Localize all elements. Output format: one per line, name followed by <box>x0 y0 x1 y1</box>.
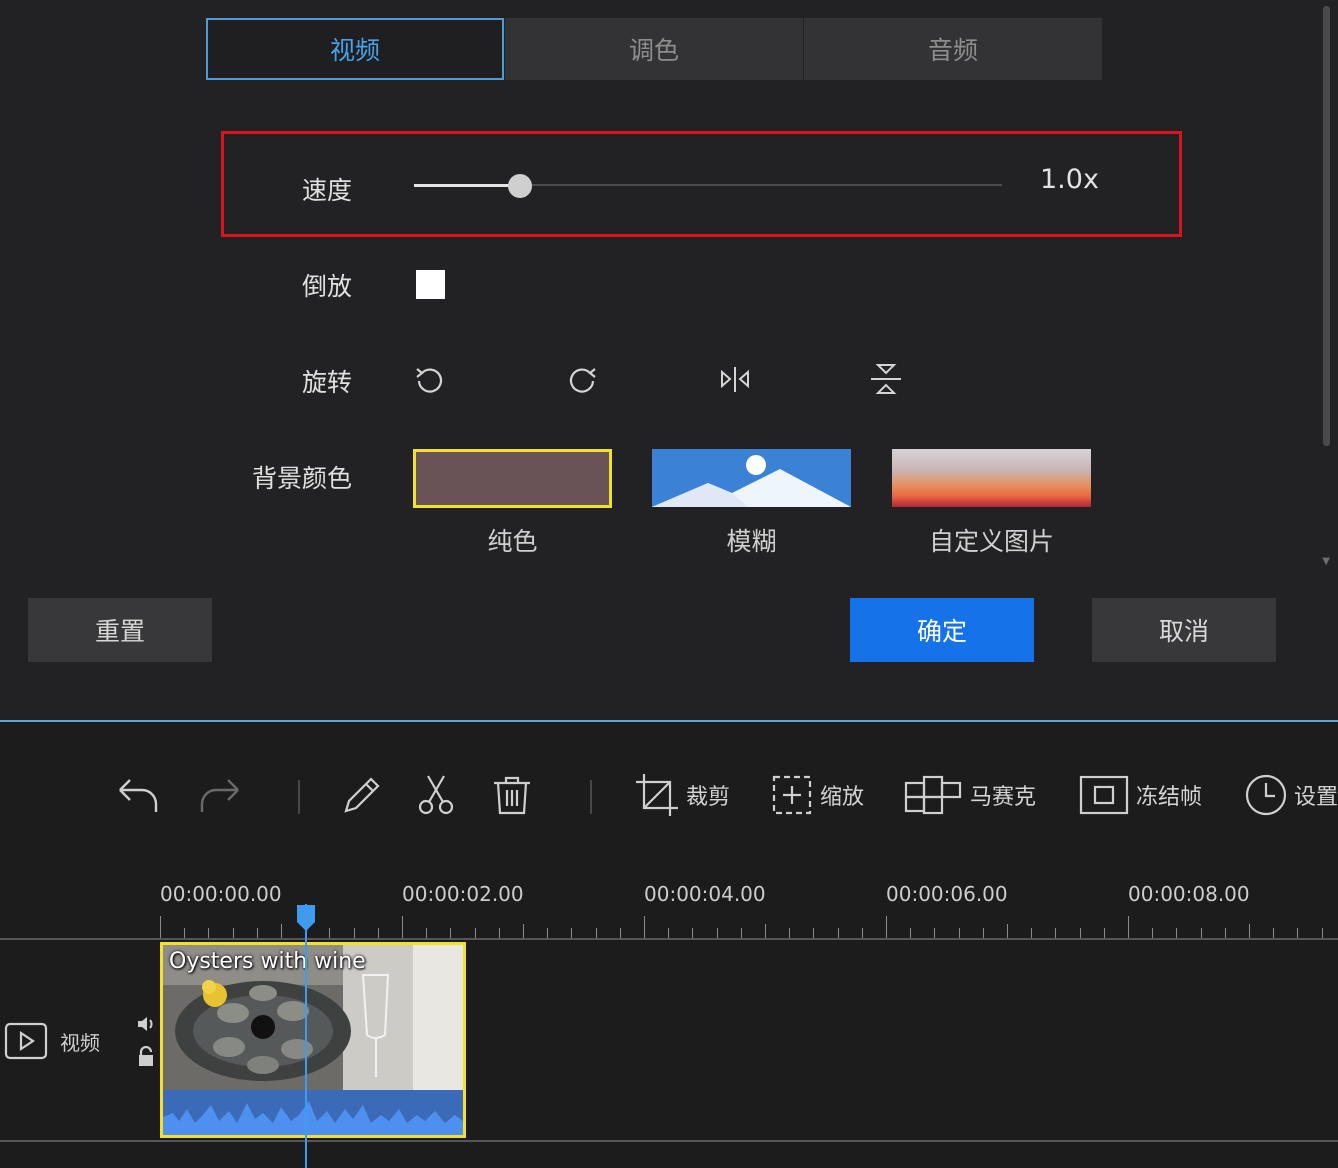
undo-button[interactable] <box>116 770 162 820</box>
clip-title: Oysters with wine <box>169 949 366 974</box>
crop-label: 裁剪 <box>686 779 730 811</box>
scroll-down-arrow-icon[interactable]: ▼ <box>1322 556 1330 567</box>
pencil-icon <box>340 773 384 817</box>
delete-button[interactable] <box>490 770 534 820</box>
toolbar-divider <box>298 780 300 814</box>
freeze-frame-icon <box>1078 773 1130 817</box>
bg-option-custom-label: 自定义图片 <box>892 522 1091 558</box>
cancel-button[interactable]: 取消 <box>1092 598 1276 662</box>
video-track-header: 视频 <box>4 1022 100 1060</box>
toolbar-divider <box>590 780 592 814</box>
bg-option-blur-label: 模糊 <box>652 522 851 558</box>
tab-audio[interactable]: 音频 <box>804 18 1102 80</box>
speaker-icon[interactable] <box>136 1014 156 1034</box>
timeline-ruler[interactable] <box>160 912 1338 938</box>
tab-video[interactable]: 视频 <box>206 18 504 80</box>
rotate-label: 旋转 <box>212 363 352 399</box>
playhead-handle[interactable] <box>296 904 316 932</box>
speed-slider-thumb[interactable] <box>508 174 532 198</box>
settings-button[interactable]: 设置 <box>1244 770 1338 820</box>
clock-icon <box>1244 773 1288 817</box>
time-label: 00:00:06.00 <box>886 882 1008 906</box>
reverse-label: 倒放 <box>212 267 352 303</box>
video-track-label: 视频 <box>60 1027 100 1056</box>
lock-icon[interactable] <box>137 1046 155 1068</box>
video-clip[interactable]: Oysters with wine <box>160 942 466 1138</box>
time-label: 00:00:00.00 <box>160 882 282 906</box>
settings-label: 设置 <box>1294 779 1338 811</box>
background-label: 背景颜色 <box>212 459 352 495</box>
landscape-icon <box>652 449 851 507</box>
time-label: 00:00:08.00 <box>1128 882 1250 906</box>
rotate-left-icon[interactable] <box>409 358 451 400</box>
time-label: 00:00:02.00 <box>402 882 524 906</box>
undo-icon <box>116 772 162 818</box>
mosaic-icon <box>904 773 964 817</box>
reverse-checkbox[interactable] <box>416 270 445 299</box>
bg-option-solid[interactable] <box>413 449 612 508</box>
edit-button[interactable] <box>340 770 384 820</box>
flip-horizontal-icon[interactable] <box>714 358 756 400</box>
crop-button[interactable]: 裁剪 <box>634 770 730 820</box>
zoom-label: 缩放 <box>820 779 864 811</box>
zoom-button[interactable]: 缩放 <box>770 770 864 820</box>
mosaic-button[interactable]: 马赛克 <box>904 770 1036 820</box>
playhead-line <box>305 904 307 1168</box>
reset-button[interactable]: 重置 <box>28 598 212 662</box>
speed-slider-fill <box>414 184 520 187</box>
ok-button[interactable]: 确定 <box>850 598 1034 662</box>
zoom-frame-icon <box>770 773 814 817</box>
track-divider <box>0 1140 1338 1142</box>
speed-value: 1.0x <box>1040 164 1099 195</box>
track-divider <box>0 938 1338 940</box>
timeline-editor: 裁剪 缩放 马赛克 冻结帧 设置 00:00:00.00 00:00:02.00… <box>0 732 1338 1168</box>
bg-option-custom-image[interactable] <box>892 449 1091 507</box>
speed-label: 速度 <box>212 171 352 207</box>
flip-vertical-icon[interactable] <box>865 358 907 400</box>
bg-option-solid-label: 纯色 <box>413 522 612 558</box>
scissors-icon <box>414 773 458 817</box>
rotate-right-icon[interactable] <box>561 358 603 400</box>
crop-icon <box>634 772 680 818</box>
video-track-icon <box>4 1022 48 1060</box>
split-button[interactable] <box>414 770 458 820</box>
redo-button[interactable] <box>196 770 242 820</box>
tab-color[interactable]: 调色 <box>505 18 803 80</box>
mosaic-label: 马赛克 <box>970 779 1036 811</box>
time-label: 00:00:04.00 <box>644 882 766 906</box>
freeze-frame-button[interactable]: 冻结帧 <box>1078 770 1202 820</box>
video-settings-dialog: 视频 调色 音频 ▼ 速度 1.0x 倒放 旋转 背景颜色 <box>0 0 1338 722</box>
trash-icon <box>490 773 534 817</box>
redo-icon <box>196 772 242 818</box>
dialog-scrollbar[interactable] <box>1323 6 1330 446</box>
bg-option-blur[interactable] <box>652 449 851 507</box>
freeze-frame-label: 冻结帧 <box>1136 779 1202 811</box>
